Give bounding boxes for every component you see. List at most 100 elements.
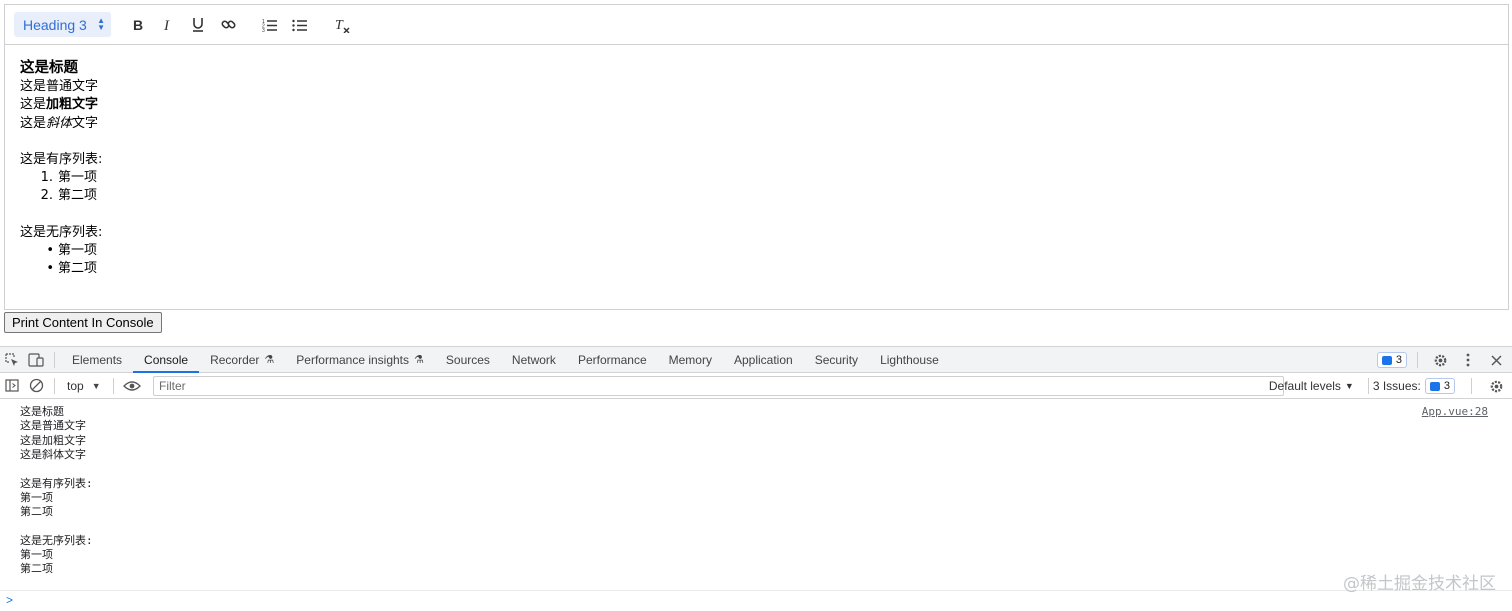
select-arrows-icon: ▲ ▼: [97, 16, 105, 32]
message-icon: [1429, 381, 1440, 391]
bullet-marker: •: [46, 261, 54, 277]
settings-gear-icon[interactable]: [1428, 348, 1452, 372]
close-icon[interactable]: [1484, 348, 1508, 372]
list-item: • 第一项: [20, 242, 1493, 260]
log-levels-label: Default levels: [1268, 379, 1341, 393]
list-marker: 2.: [40, 188, 53, 204]
devtools-right-controls: 3: [1376, 347, 1508, 373]
console-prompt[interactable]: >: [6, 593, 13, 607]
filterbar-right-controls: Default levels ▼ 3 Issues: 3: [1261, 373, 1508, 399]
tab-lighthouse[interactable]: Lighthouse: [869, 347, 950, 373]
log-line: 这是普通文字: [20, 419, 86, 433]
heading-select-value: Heading 3: [23, 16, 87, 33]
source-link[interactable]: App.vue:28: [1422, 405, 1488, 418]
ordered-list-icon: 123: [262, 19, 277, 32]
content-bold-line: 这是加粗文字: [20, 96, 1493, 114]
ordered-list-button[interactable]: 123: [255, 12, 285, 38]
console-filterbar: top ▼ Filter Default levels ▼ 3 Issues: …: [0, 373, 1512, 399]
italic-line-prefix: 这是: [20, 115, 47, 131]
chevron-down-icon: ▼: [1344, 381, 1354, 391]
experiment-flask-icon: ⚗: [414, 354, 424, 366]
clear-console-icon[interactable]: [24, 374, 48, 398]
log-line: 这是斜体文字: [20, 447, 86, 461]
log-line: 这是加粗文字: [20, 433, 86, 447]
issues-counter[interactable]: 3 Issues: 3: [1367, 378, 1459, 394]
log-line: 第一项: [20, 490, 53, 504]
filter-input[interactable]: Filter: [153, 376, 1284, 396]
bullet-list-button[interactable]: [285, 12, 315, 38]
clean-format-button[interactable]: T: [327, 12, 357, 38]
console-output: 这是标题 这是普通文字 这是加粗文字 这是斜体文字 这是有序列表: 第一项 第二…: [0, 401, 1512, 611]
messages-count: 3: [1395, 354, 1402, 366]
context-select[interactable]: top ▼: [61, 379, 107, 393]
log-line: 第二项: [20, 505, 53, 519]
print-content-button[interactable]: Print Content In Console: [4, 312, 162, 333]
context-value: top: [67, 378, 84, 393]
list-item-text: 第一项: [58, 243, 98, 259]
bullet-marker: •: [46, 243, 54, 259]
more-options-icon[interactable]: [1456, 348, 1480, 372]
editor-toolbar: Heading 3 ▲ ▼ B I 123 T: [5, 5, 1508, 45]
log-levels-select[interactable]: Default levels ▼: [1261, 379, 1362, 393]
tab-recorder[interactable]: Recorder ⚗: [199, 347, 285, 373]
underline-icon: [193, 18, 203, 32]
tab-recorder-label: Recorder: [210, 352, 260, 367]
content-heading: 这是标题: [20, 60, 78, 76]
message-icon: [1381, 355, 1392, 365]
list-item-text: 第二项: [58, 188, 98, 204]
bold-button[interactable]: B: [123, 12, 153, 38]
ordered-list-label: 这是有序列表:: [20, 151, 103, 167]
rich-text-editor[interactable]: Heading 3 ▲ ▼ B I 123 T 这是标题 这是普通文字 这是加粗文: [4, 4, 1509, 310]
italic-button[interactable]: I: [153, 12, 183, 38]
italic-text: 斜体: [46, 115, 73, 131]
list-item-text: 第二项: [58, 261, 98, 277]
issues-label: 3 Issues:: [1372, 379, 1421, 393]
experiment-flask-icon: ⚗: [264, 354, 275, 366]
tab-sources[interactable]: Sources: [435, 347, 501, 373]
bold-icon: B: [133, 18, 143, 32]
log-line: 这是有序列表:: [20, 476, 93, 490]
log-line: 第一项: [20, 548, 53, 561]
messages-badge[interactable]: 3: [1376, 352, 1407, 368]
issues-count: 3: [1443, 380, 1450, 392]
tab-network[interactable]: Network: [501, 347, 567, 373]
tab-performance-insights[interactable]: Performance insights ⚗: [285, 347, 435, 373]
log-line: 这是无序列表:: [20, 533, 93, 547]
clean-format-icon: T: [335, 18, 350, 33]
link-button[interactable]: [213, 12, 243, 38]
list-marker: 1.: [40, 170, 53, 186]
log-line: 这是标题: [20, 405, 64, 418]
watermark: @稀土掘金技术社区: [1343, 574, 1496, 594]
underline-button[interactable]: [183, 12, 213, 38]
list-item: • 第二项: [20, 260, 1493, 278]
tab-application[interactable]: Application: [723, 347, 804, 373]
tab-performance[interactable]: Performance: [567, 347, 658, 373]
editor-content[interactable]: 这是标题 这是普通文字 这是加粗文字 这是斜体文字 这是有序列表: 1. 第一项 …: [5, 45, 1508, 292]
inspect-element-icon[interactable]: [0, 348, 24, 372]
bold-text: 加粗文字: [46, 97, 99, 113]
unordered-list-label: 这是无序列表:: [20, 224, 103, 240]
tab-performance-insights-label: Performance insights: [296, 352, 410, 367]
list-item-text: 第一项: [58, 170, 98, 186]
italic-icon: I: [163, 18, 170, 32]
content-normal-text: 这是普通文字: [20, 79, 99, 94]
italic-line-suffix: 文字: [72, 115, 99, 131]
log-line: 第二项: [20, 562, 53, 576]
console-settings-gear-icon[interactable]: [1484, 374, 1508, 398]
svg-text:3: 3: [262, 28, 265, 32]
device-toolbar-icon[interactable]: [24, 348, 48, 372]
live-expression-eye-icon[interactable]: [120, 374, 144, 398]
sidebar-toggle-icon[interactable]: [0, 374, 24, 398]
list-item: 2. 第二项: [20, 187, 1493, 205]
bold-line-prefix: 这是: [20, 97, 47, 113]
tab-security[interactable]: Security: [804, 347, 869, 373]
tab-memory[interactable]: Memory: [658, 347, 723, 373]
tab-console[interactable]: Console: [133, 347, 200, 373]
svg-text:I: I: [163, 18, 170, 32]
svg-text:B: B: [133, 18, 143, 32]
issues-badge: 3: [1424, 378, 1455, 394]
heading-select[interactable]: Heading 3 ▲ ▼: [14, 12, 111, 37]
tab-elements[interactable]: Elements: [61, 347, 133, 373]
content-italic-line: 这是斜体文字: [20, 115, 1493, 133]
devtools-tabbar: Elements Console Recorder ⚗ Performance i…: [0, 347, 1512, 373]
